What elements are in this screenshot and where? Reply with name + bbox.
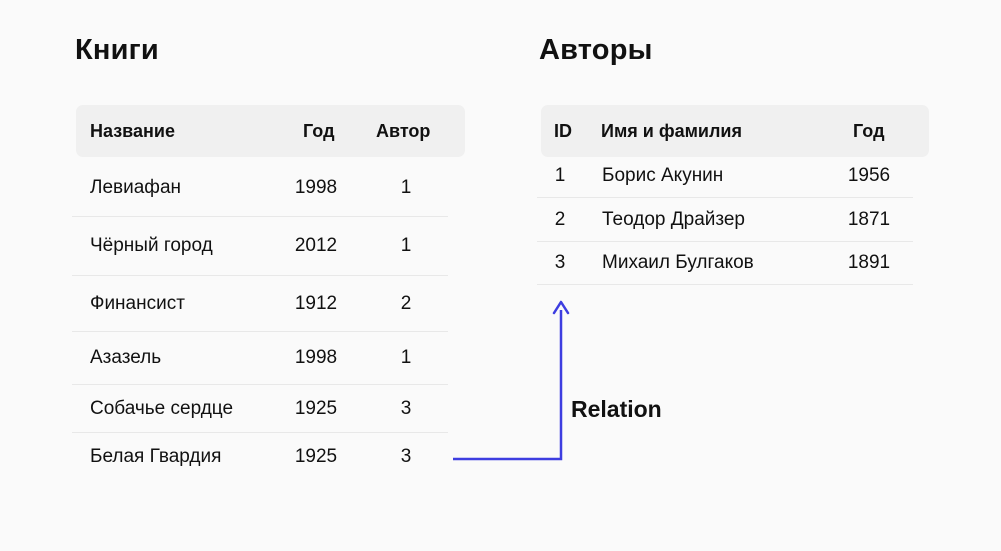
relation-label: Relation [571,396,662,422]
relation-arrow-icon [453,300,570,461]
relation-arrow-line [453,310,563,461]
